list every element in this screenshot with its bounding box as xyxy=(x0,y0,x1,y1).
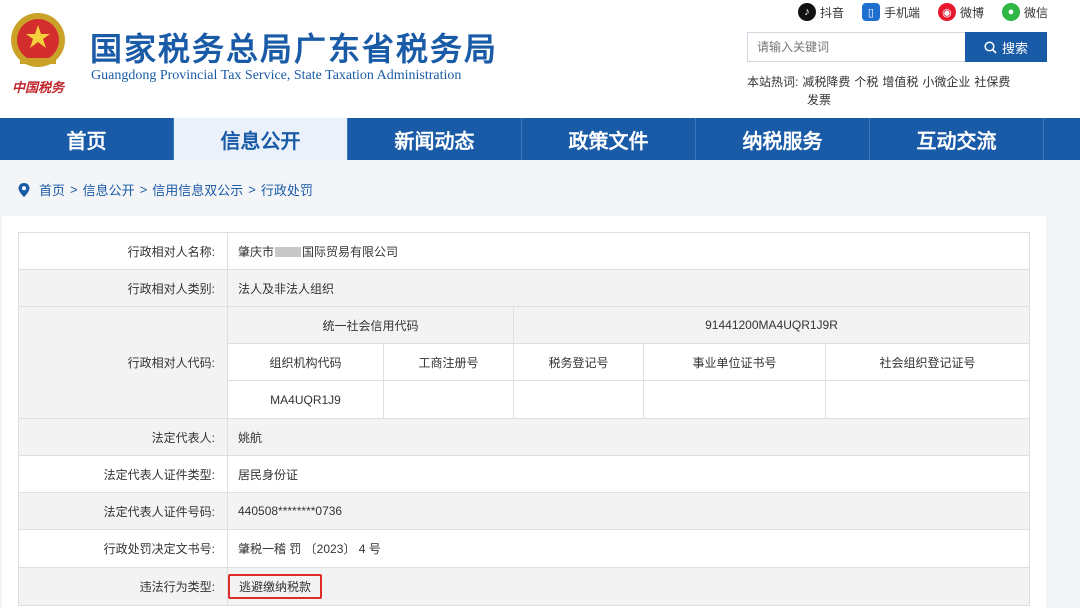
counterpart-name: 肇庆市 国际贸易有限公司 xyxy=(227,232,1030,270)
breadcrumb: 首页 > 信息公开 > 信用信息双公示 > 行政处罚 xyxy=(18,180,313,199)
tax-emblem-logo: 中国税务 xyxy=(11,13,66,96)
search-input[interactable] xyxy=(747,32,965,62)
name-prefix: 肇庆市 xyxy=(238,244,275,259)
row-label: 法定代表人证件类型: xyxy=(18,455,228,493)
id-number-value: 440508********0736 xyxy=(227,492,1030,530)
table-row: 行政处罚决定文书号: 肇税一稽 罚 〔2023〕 4 号 xyxy=(18,529,1030,568)
search-box: 搜索 xyxy=(747,32,1047,62)
search-icon xyxy=(984,40,997,54)
hot-word-link[interactable]: 社保费 xyxy=(974,75,1010,89)
social-wechat-link[interactable]: ● 微信 xyxy=(1001,3,1048,21)
redaction-mask xyxy=(275,246,302,257)
hot-words: 本站热词: 减税降费 个税 增值税 小微企业 社保费发票 xyxy=(747,73,1037,109)
table-row: 行政相对人代码: 统一社会信用代码 91441200MA4UQR1J9R xyxy=(18,306,1030,419)
table-row: 行政相对人类别: 法人及非法人组织 xyxy=(18,269,1030,307)
weibo-icon: ◉ xyxy=(937,3,956,21)
site-header: 中国税务 国家税务总局广东省税务局 Guangdong Provincial T… xyxy=(0,0,1080,118)
social-wechat-label: 微信 xyxy=(1023,5,1048,20)
code-value-social-org xyxy=(825,380,1030,419)
table-row: 违法行为类型: 逃避缴纳税款 xyxy=(18,567,1030,606)
violation-type-cell: 逃避缴纳税款 xyxy=(227,567,1030,606)
row-label: 法定代表人证件号码: xyxy=(18,492,228,530)
table-row: 法定代表人证件号码: 440508********0736 xyxy=(18,492,1030,530)
code-header-business: 工商注册号 xyxy=(383,343,514,381)
code-value-business xyxy=(383,380,514,419)
nav-item-interaction[interactable]: 互动交流 xyxy=(870,118,1044,160)
social-weibo-link[interactable]: ◉ 微博 xyxy=(937,3,984,21)
social-links: ♪ 抖音 ▯ 手机端 ◉ 微博 ● 微信 xyxy=(797,3,1048,21)
hot-word-link[interactable]: 发票 xyxy=(807,93,831,107)
svg-text:中国税务: 中国税务 xyxy=(12,80,66,96)
site-title-cn: 国家税务总局广东省税务局 xyxy=(90,31,499,67)
id-type-value: 居民身份证 xyxy=(227,455,1030,493)
table-row: 行政相对人名称: 肇庆市 国际贸易有限公司 xyxy=(18,232,1030,270)
table-row: 法定代表人: 姚航 xyxy=(18,418,1030,456)
breadcrumb-separator: > xyxy=(70,182,78,197)
breadcrumb-home[interactable]: 首页 xyxy=(39,180,65,199)
nav-item-tax-service[interactable]: 纳税服务 xyxy=(696,118,870,160)
code-header-tax: 税务登记号 xyxy=(513,343,644,381)
record-panel: 行政相对人名称: 肇庆市 国际贸易有限公司 行政相对人类别: 法人及非法人组织 行… xyxy=(2,216,1046,608)
breadcrumb-info-disclosure[interactable]: 信息公开 xyxy=(83,180,135,199)
hot-word-link[interactable]: 减税降费 xyxy=(802,75,850,89)
code-header-social-org: 社会组织登记证号 xyxy=(825,343,1030,381)
row-label: 行政相对人类别: xyxy=(18,269,228,307)
social-mobile-link[interactable]: ▯ 手机端 xyxy=(861,3,920,21)
social-douyin-label: 抖音 xyxy=(819,5,844,20)
site-title-en: Guangdong Provincial Tax Service, State … xyxy=(91,68,462,83)
nav-item-home[interactable]: 首页 xyxy=(0,118,174,160)
breadcrumb-separator: > xyxy=(248,182,256,197)
hot-words-label: 本站热词: xyxy=(747,75,799,89)
hot-word-link[interactable]: 个税 xyxy=(854,75,878,89)
code-value-tax xyxy=(513,380,644,419)
search-button-label: 搜索 xyxy=(1001,40,1028,56)
location-pin-icon xyxy=(18,182,30,197)
row-label: 行政处罚决定文书号: xyxy=(18,529,228,568)
counterpart-category: 法人及非法人组织 xyxy=(227,269,1030,307)
row-label: 行政相对人代码: xyxy=(18,306,228,419)
uscc-value: 91441200MA4UQR1J9R xyxy=(513,306,1030,344)
social-mobile-label: 手机端 xyxy=(883,5,920,20)
nav-item-news[interactable]: 新闻动态 xyxy=(348,118,522,160)
breadcrumb-admin-penalty[interactable]: 行政处罚 xyxy=(261,180,313,199)
legal-rep-value: 姚航 xyxy=(227,418,1030,456)
social-douyin-link[interactable]: ♪ 抖音 xyxy=(797,3,844,21)
code-header-institution: 事业单位证书号 xyxy=(643,343,826,381)
decision-number-value: 肇税一稽 罚 〔2023〕 4 号 xyxy=(227,529,1030,568)
hot-word-link[interactable]: 小微企业 xyxy=(922,75,970,89)
row-label: 违法行为类型: xyxy=(18,567,228,606)
social-weibo-label: 微博 xyxy=(959,5,984,20)
name-suffix: 国际贸易有限公司 xyxy=(302,244,399,259)
row-label: 行政相对人名称: xyxy=(18,232,228,270)
wechat-icon: ● xyxy=(1001,3,1020,21)
search-button[interactable]: 搜索 xyxy=(965,32,1047,62)
mobile-icon: ▯ xyxy=(861,3,880,21)
row-label: 法定代表人: xyxy=(18,418,228,456)
nav-item-info-disclosure[interactable]: 信息公开 xyxy=(174,118,348,160)
violation-type-highlight: 逃避缴纳税款 xyxy=(228,574,323,599)
uscc-header: 统一社会信用代码 xyxy=(227,306,514,344)
hot-word-link[interactable]: 增值税 xyxy=(882,75,918,89)
code-header-org: 组织机构代码 xyxy=(227,343,384,381)
main-nav: 首页 信息公开 新闻动态 政策文件 纳税服务 互动交流 xyxy=(0,118,1080,160)
code-value-org: MA4UQR1J9 xyxy=(227,380,384,419)
table-row: 法定代表人证件类型: 居民身份证 xyxy=(18,455,1030,493)
nav-filler xyxy=(1044,118,1080,160)
code-value-institution xyxy=(643,380,826,419)
nav-item-policy[interactable]: 政策文件 xyxy=(522,118,696,160)
breadcrumb-separator: > xyxy=(139,182,148,197)
breadcrumb-credit-info[interactable]: 信用信息双公示 xyxy=(152,180,243,199)
penalty-record-table: 行政相对人名称: 肇庆市 国际贸易有限公司 行政相对人类别: 法人及非法人组织 行… xyxy=(18,232,1030,606)
douyin-icon: ♪ xyxy=(797,3,816,21)
